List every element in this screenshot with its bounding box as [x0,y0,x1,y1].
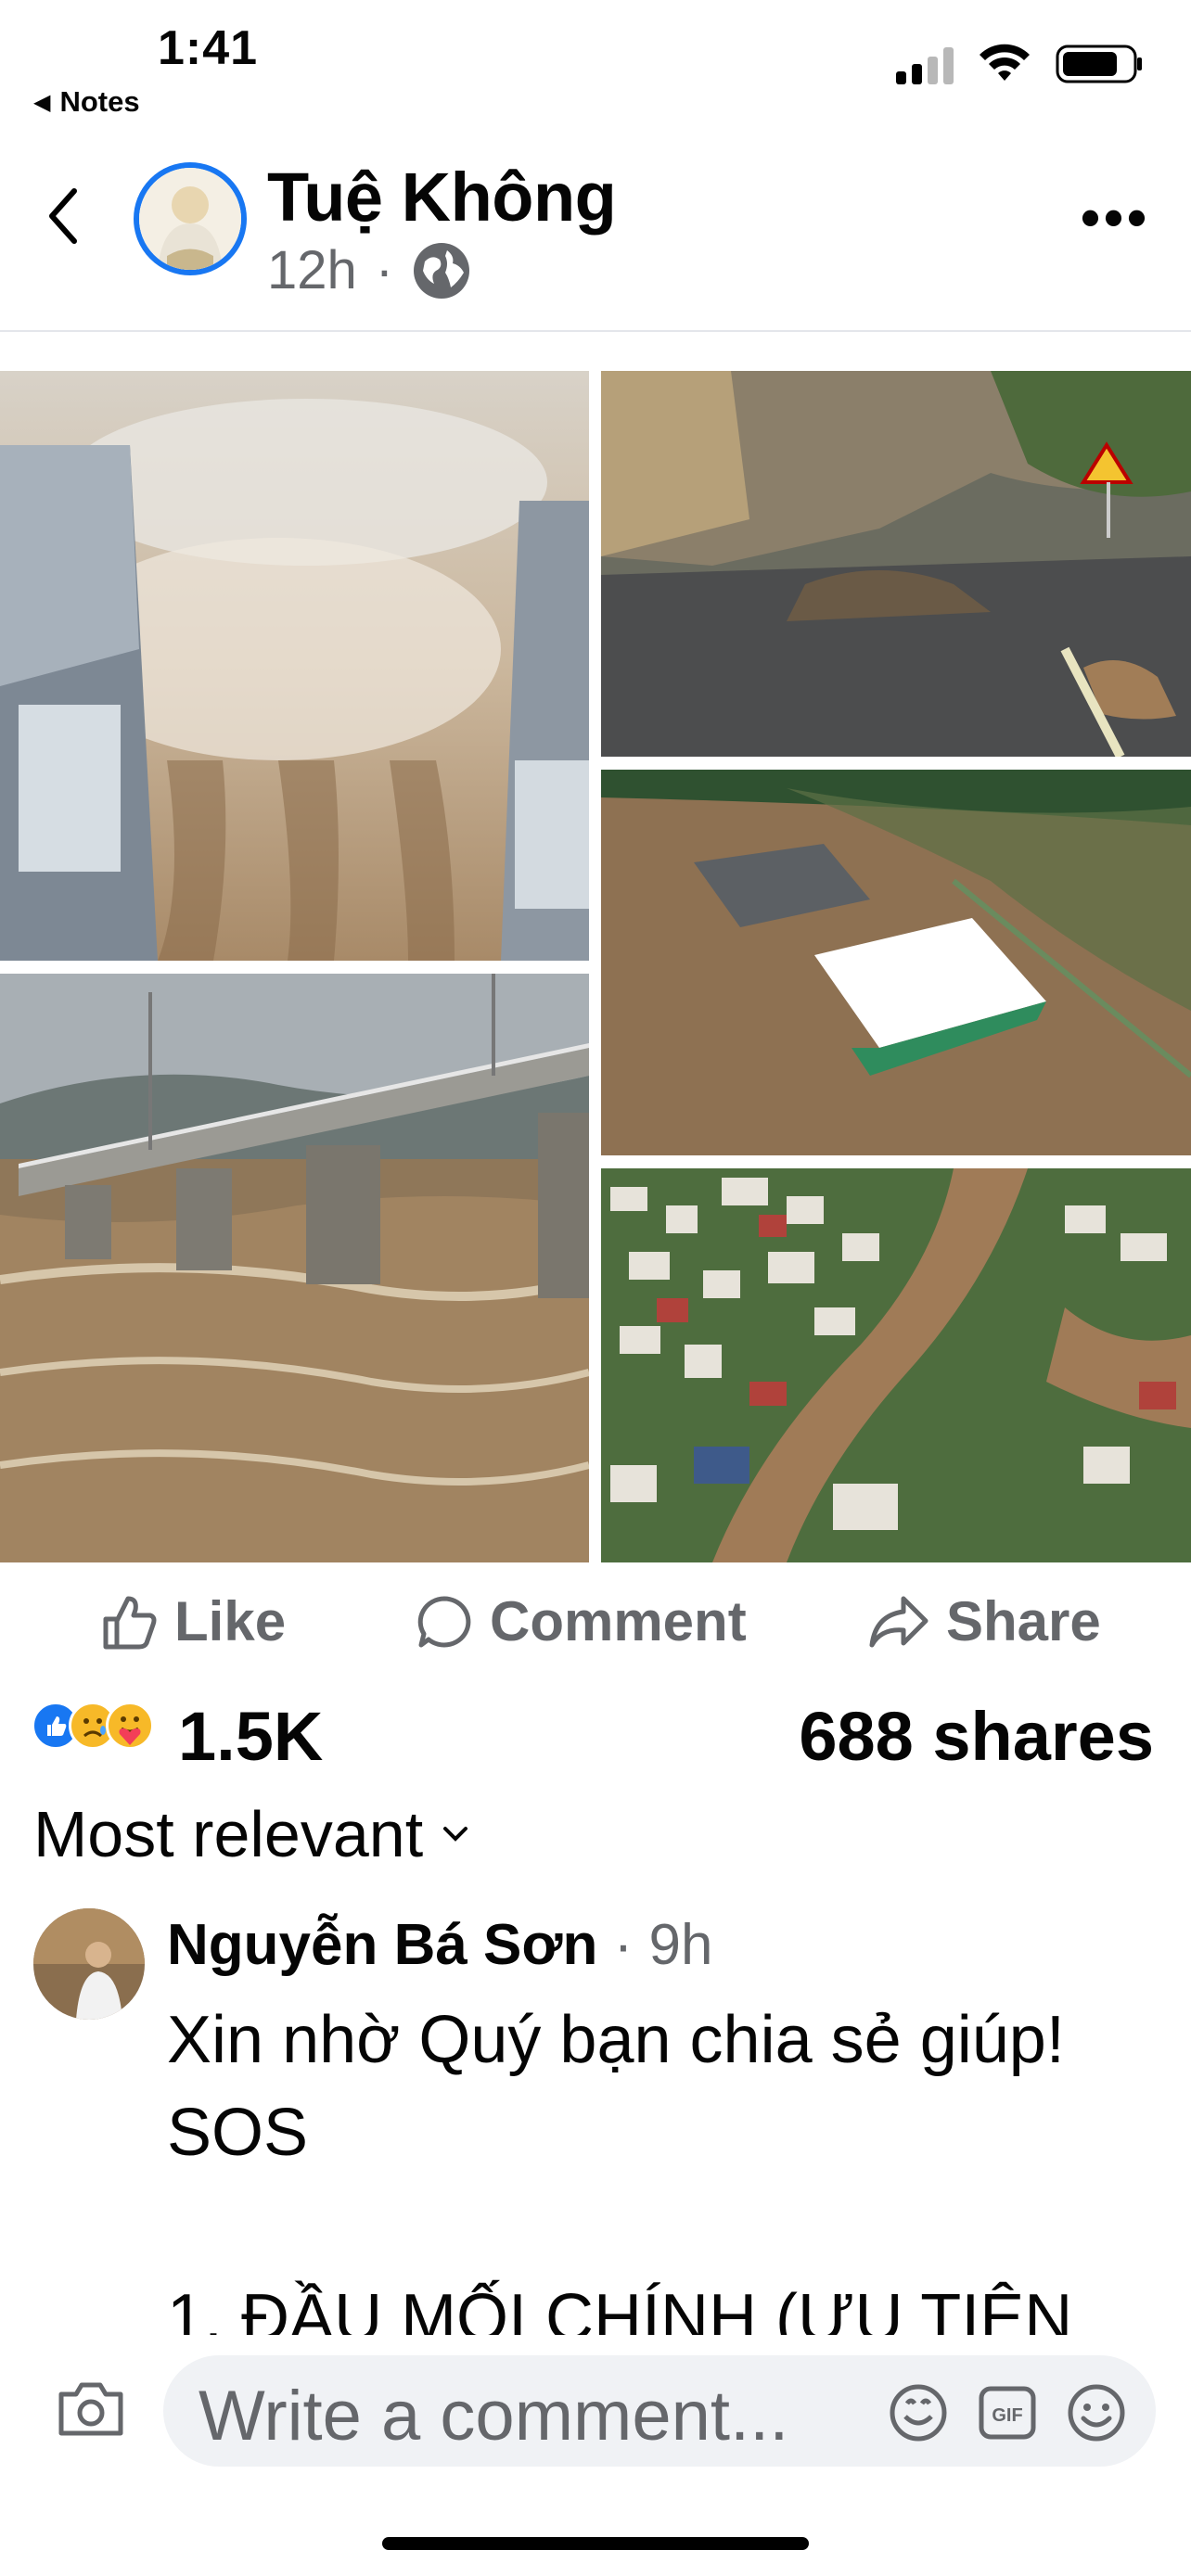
globe-icon [414,242,470,299]
comment-button[interactable]: Comment [416,1589,747,1653]
comment-input[interactable]: Write a comment... GIF [163,2355,1156,2467]
camera-icon[interactable] [56,2379,126,2439]
like-button[interactable]: Like [100,1589,286,1653]
share-label: Share [946,1590,1101,1652]
like-label: Like [174,1590,287,1652]
share-button[interactable]: Share [868,1589,1101,1653]
back-to-app-link[interactable]: ◀ Notes [33,85,140,119]
care-reaction-icon [106,1702,154,1750]
flooded-farm-photo[interactable] [601,770,1191,1155]
share-arrow-icon [869,1596,928,1647]
composer-icons: GIF [887,2381,1128,2444]
dam-spillway-photo[interactable] [0,371,589,961]
commenter-avatar[interactable] [33,1908,145,2020]
post-author-name[interactable]: Tuệ Không [267,158,617,236]
comment-sort-dropdown[interactable]: Most relevant [33,1797,469,1871]
chevron-down-icon [443,1827,468,1842]
sort-label: Most relevant [33,1798,424,1870]
comment-time: · 9h [613,1913,713,1977]
comment-bubble-icon [417,1596,471,1647]
avatar-sticker-icon[interactable] [887,2381,950,2444]
comment-input-placeholder: Write a comment... [198,2377,789,2455]
photo-collage[interactable] [0,334,1191,1562]
author-avatar[interactable] [134,162,247,275]
comment-text: Xin nhờ Quý bạn chia sẻ giúp! SOS 1. ĐẦU… [167,2003,1073,2355]
battery-icon [1056,45,1142,83]
back-app-label: Notes [59,85,140,118]
reaction-count[interactable]: 1.5K [178,1697,323,1776]
post-age: 12h [267,240,357,300]
flooded-bridge-photo[interactable] [0,974,589,1562]
landslide-road-photo[interactable] [601,371,1191,757]
comment-author[interactable]: Nguyễn Bá Sơn [167,1913,597,1977]
thumbs-up-icon [103,1596,157,1649]
more-options-icon[interactable]: ••• [1081,185,1150,249]
status-time: 1:41 [158,21,259,75]
back-arrow-icon[interactable] [45,185,82,247]
post-meta: 12h · [267,239,471,301]
meta-separator: · [375,240,394,300]
flooded-town-aerial-photo[interactable] [601,1168,1191,1562]
cellular-signal-icon [896,44,954,84]
reaction-icons[interactable] [32,1702,154,1750]
back-triangle-icon: ◀ [33,89,51,115]
gif-icon[interactable]: GIF [976,2381,1039,2444]
svg-text:GIF: GIF [992,2405,1022,2426]
wifi-icon [980,44,1030,81]
share-count[interactable]: 688 shares [799,1697,1154,1776]
post-actions: Like Comment Share [0,1576,1191,1669]
emoji-icon[interactable] [1065,2381,1128,2444]
status-icons [896,43,1145,85]
comment-label: Comment [490,1590,747,1652]
header-divider [0,330,1191,332]
home-indicator[interactable] [382,2537,809,2550]
comment-author-line: Nguyễn Bá Sơn · 9h [167,1912,712,1978]
